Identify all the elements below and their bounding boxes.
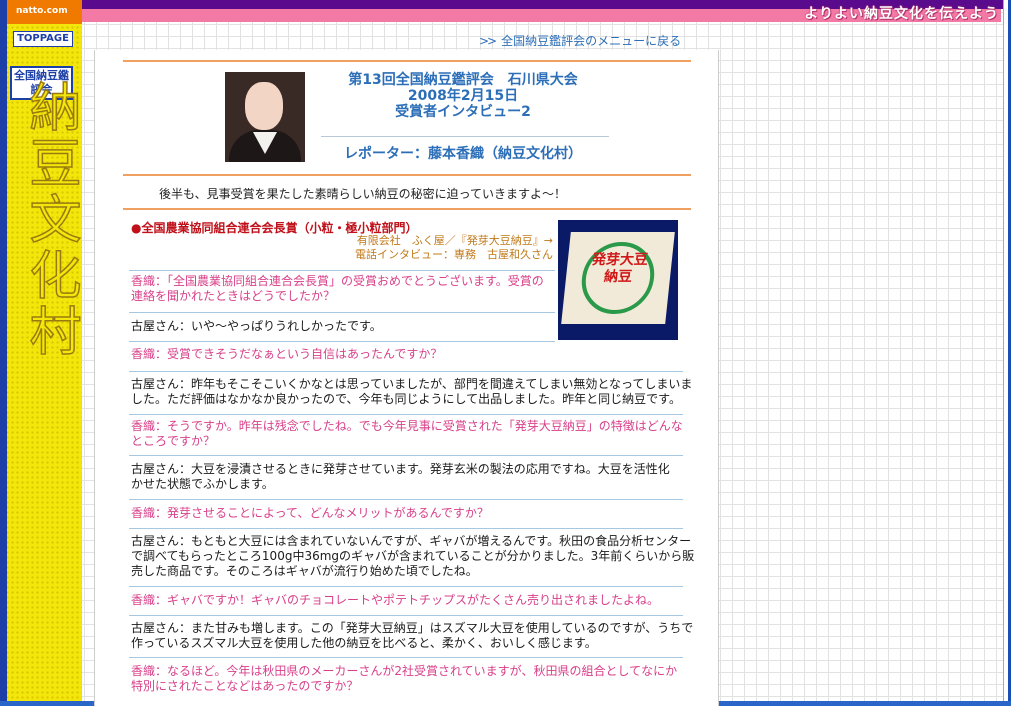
qa-question: 香織：発芽させることによって、どんなメリットがあるんですか？ (131, 506, 489, 521)
photo-face (245, 82, 283, 130)
qa-separator (129, 615, 683, 616)
qa-separator (129, 586, 683, 587)
menu-back-link[interactable]: >> 全国納豆鑑評会のメニューに戻る (479, 32, 681, 49)
qa-line: 古屋さん：また甘みも増します。この「発芽大豆納豆」はスズマル大豆を使用しているの… (131, 621, 694, 635)
qa-separator (129, 499, 683, 500)
sidebar-stripe (0, 0, 7, 701)
product-image: 発芽大豆納豆 (558, 220, 678, 340)
qa-question: 香織：「全国農業協同組合連合会長賞」の受賞おめでとうございます。受賞の 連絡を聞… (131, 274, 551, 304)
company-info: 有限会社 ふく屋／『発芽大豆納豆』→ 電話インタビュー：専務 古屋和久さん (355, 234, 553, 262)
header-separator (321, 136, 609, 137)
right-edge (1003, 0, 1011, 706)
product-label: 発芽大豆納豆 (591, 252, 649, 285)
qa-answer: 古屋さん：もともと大豆には含まれていないんですが、ギャバが増えるんです。秋田の食… (131, 534, 694, 579)
company-link[interactable]: 有限会社 ふく屋／『発芽大豆納豆』→ (355, 234, 553, 248)
qa-question: 香織：受賞できそうだなぁという自信はあったんですか？ (131, 347, 442, 362)
qa-line: 古屋さん：昨年もそこそこいくかなとは思っていましたが、部門を間違えてしまい無効と… (131, 377, 693, 391)
qa-question: 香織：そうですか。昨年は残念でしたね。でも今年見事に受賞された「発芽大豆納豆」の… (131, 419, 683, 449)
toppage-button[interactable]: TOPPAGE (13, 31, 73, 47)
divider-top (123, 60, 691, 62)
divider-intro (123, 208, 691, 210)
qa-line: 香織：ギャバですか！ギャバのチョコレートやポテトチップスがたくさん売り出されまし… (131, 593, 660, 607)
qa-separator (129, 657, 683, 658)
qa-question: 香織：なるほど。今年は秋田県のメーカーさんが2社受賞されていますが、秋田県の組合… (131, 664, 677, 694)
menu-back-label: 全国納豆鑑評会のメニューに戻る (501, 34, 682, 48)
qa-line: 連絡を聞かれたときはどうでしたか？ (131, 289, 336, 303)
qa-line: 作っているスズマル大豆を使用した他の納豆を比べると、柔かく、おいしく感じます。 (131, 636, 597, 650)
qa-separator (129, 414, 683, 415)
qa-separator (129, 528, 683, 529)
qa-answer: 古屋さん：また甘みも増します。この「発芽大豆納豆」はスズマル大豆を使用しているの… (131, 621, 693, 651)
qa-line: 香織：そうですか。昨年は残念でしたね。でも今年見事に受賞された「発芽大豆納豆」の… (131, 419, 683, 433)
page-title: 第13回全国納豆鑑評会 石川県大会 2008年2月15日 受賞者インタビュー2 (313, 72, 613, 120)
qa-question: 香織：ギャバですか！ギャバのチョコレートやポテトチップスがたくさん売り出されまし… (131, 593, 659, 608)
qa-separator (129, 371, 683, 372)
qa-line: 古屋さん：大豆を浸漬させるときに発芽させています。発芽玄米の製法の応用ですね。大… (131, 462, 670, 476)
divider-header (123, 174, 691, 176)
qa-separator (129, 455, 683, 456)
intro-text: 後半も、見事受賞を果たした素晴らしい納豆の秘密に迫っていきますよ～！ (159, 187, 567, 201)
qa-answer: 古屋さん：昨年もそこそこいくかなとは思っていましたが、部門を間違えてしまい無効と… (131, 377, 692, 407)
qa-line: 売した商品です。そのころはギャバが流行り始めた頃でしたね。 (131, 564, 478, 578)
sidebar-vertical-title: 納豆文化村 (19, 79, 81, 361)
site-tagline: よりよい納豆文化を伝えよう (804, 6, 999, 22)
qa-separator (129, 341, 555, 342)
qa-line: かせた状態でふかします。 (131, 477, 274, 491)
qa-line: 香織：発芽させることによって、どんなメリットがあるんですか？ (131, 506, 489, 520)
title-line-3: 受賞者インタビュー2 (395, 104, 531, 120)
qa-separator (129, 312, 555, 313)
qa-answer: 古屋さん：いや～やっぱりうれしかったです。 (131, 319, 382, 334)
interviewee: 電話インタビュー：専務 古屋和久さん (355, 248, 553, 261)
reporter-photo (225, 72, 305, 162)
qa-line: 香織：受賞できそうだなぁという自信はあったんですか？ (131, 347, 443, 361)
qa-line: ところですか？ (131, 434, 216, 448)
title-line-2: 2008年2月15日 (407, 88, 519, 104)
sidebar: natto.com TOPPAGE 全国納豆鑑評会 納豆文化村 (0, 0, 82, 701)
reporter-name: レポーター：藤本香織（納豆文化村） (344, 146, 582, 162)
title-line-1: 第13回全国納豆鑑評会 石川県大会 (348, 72, 578, 88)
natto-box: 発芽大豆納豆 (561, 232, 675, 324)
article-panel: 第13回全国納豆鑑評会 石川県大会 2008年2月15日 受賞者インタビュー2 … (94, 50, 719, 706)
qa-line: した。ただ評価はなかなか良かったので、今年も同じようにして出品しました。昨年と同… (131, 392, 681, 406)
qa-line: で調べてもらったところ100g中36mgのギャバが含まれていることが分かりました… (131, 549, 695, 563)
qa-line: 特別にされたことなどはあったのですか？ (131, 679, 359, 693)
qa-line: 香織：なるほど。今年は秋田県のメーカーさんが2社受賞されていますが、秋田県の組合… (131, 664, 678, 678)
qa-answer: 古屋さん：大豆を浸漬させるときに発芽させています。発芽玄米の製法の応用ですね。大… (131, 462, 670, 492)
qa-line: 古屋さん：いや～やっぱりうれしかったです。 (131, 319, 382, 333)
qa-separator (129, 270, 555, 271)
site-logo[interactable]: natto.com (16, 6, 68, 16)
qa-line: 古屋さん：もともと大豆には含まれていないんですが、ギャバが増えるんです。秋田の食… (131, 534, 692, 548)
double-chevron-icon: >> (479, 34, 497, 48)
qa-line: 香織：「全国農業協同組合連合会長賞」の受賞おめでとうございます。受賞の (131, 274, 544, 288)
